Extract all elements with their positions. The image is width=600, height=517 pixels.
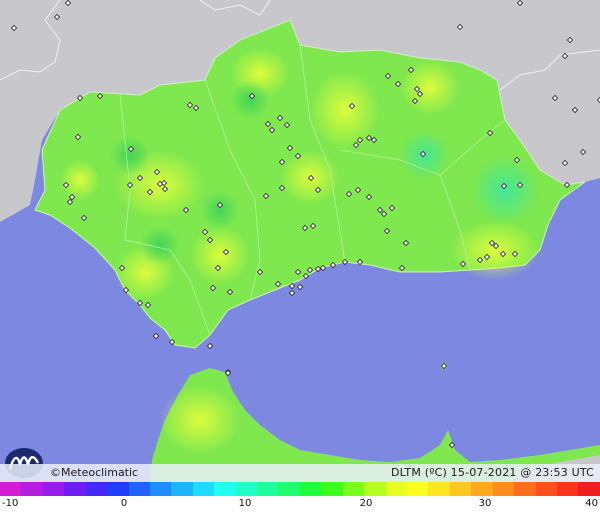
colorbar-swatch [299, 482, 322, 496]
legend-tick: -10 [2, 498, 19, 509]
colorbar-swatch [535, 482, 557, 496]
colorbar-swatch [492, 482, 515, 496]
colorbar-swatch [342, 482, 365, 496]
temperature-map: ©Meteoclimatic DLTM (ºC) 15-07-2021 @ 23… [0, 0, 600, 517]
colorbar-swatch [0, 482, 22, 496]
colorbar-swatch [556, 482, 579, 496]
colorbar-swatch [107, 482, 129, 496]
legend-tick: 20 [359, 498, 373, 509]
colorbar-swatch [407, 482, 429, 496]
credit-label: ©Meteoclimatic [50, 466, 139, 479]
colorbar-swatch [149, 482, 172, 496]
colorbar-swatch [85, 482, 108, 496]
legend-tick: 40 [585, 498, 598, 509]
colorbar-swatch [449, 482, 472, 496]
colorbar-swatch [364, 482, 386, 496]
colorbar-swatch [128, 482, 150, 496]
colorbar-swatch [235, 482, 258, 496]
colorbar-swatch [214, 482, 236, 496]
colorbar-swatch [514, 482, 536, 496]
map-canvas [0, 0, 600, 482]
colorbar-swatch [257, 482, 279, 496]
colorbar-swatch [64, 482, 86, 496]
colorbar-swatch [321, 482, 343, 496]
colorbar-swatch [21, 482, 43, 496]
legend-tick: 10 [238, 498, 252, 509]
temperature-colorbar [0, 482, 600, 496]
colorbar-swatch [171, 482, 193, 496]
colorbar-swatch [278, 482, 300, 496]
product-label: DLTM (ºC) 15-07-2021 @ 23:53 UTC [390, 466, 594, 479]
legend-tick: 0 [120, 498, 128, 509]
colorbar-swatch [192, 482, 215, 496]
colorbar-swatch [42, 482, 65, 496]
colorbar-swatch [578, 482, 600, 496]
colorbar-swatch [471, 482, 493, 496]
legend-tick: 30 [478, 498, 492, 509]
colorbar-swatch [385, 482, 408, 496]
colorbar-swatch [428, 482, 450, 496]
